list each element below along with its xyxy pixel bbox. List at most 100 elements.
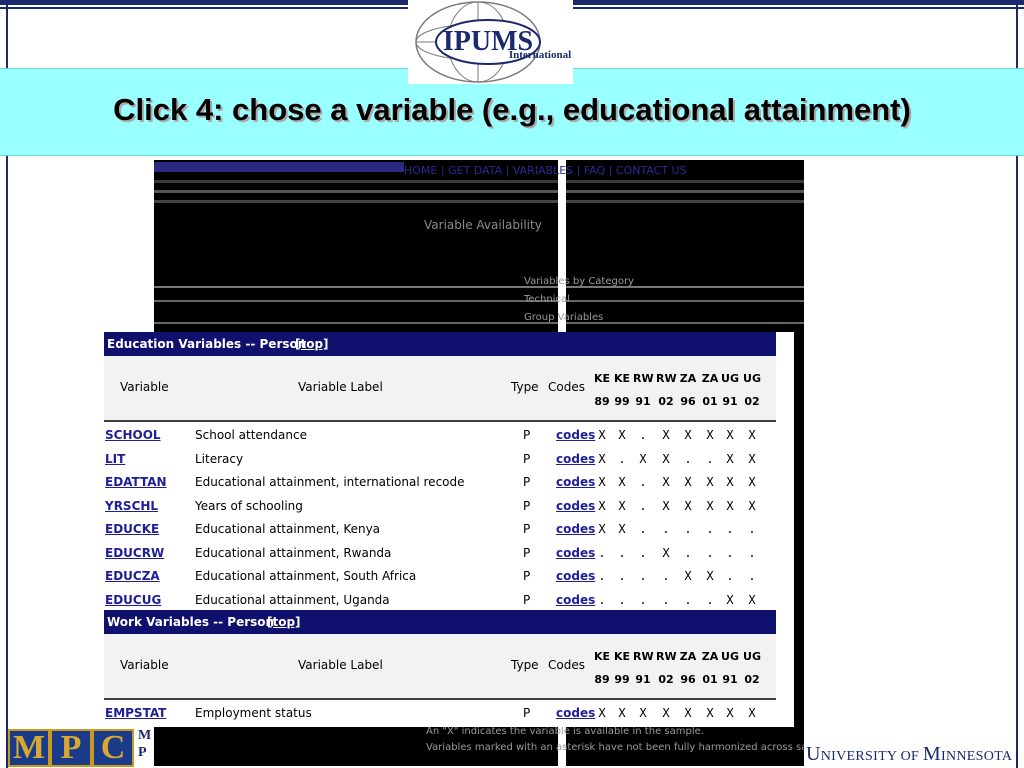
- bg-stripe: [154, 300, 804, 302]
- top-link[interactable]: [top]: [295, 332, 329, 356]
- availability-mark: X: [662, 706, 670, 720]
- country-code: RW: [656, 650, 677, 663]
- availability-mark: .: [706, 451, 714, 466]
- section-title: Work Variables -- Person: [107, 615, 275, 629]
- availability-mark: X: [662, 451, 670, 466]
- table-row: EDATTAN Educational attainment, internati…: [104, 471, 776, 494]
- umn-innesota: INNESOTA: [941, 749, 1013, 764]
- availability-mark: X: [706, 569, 714, 583]
- availability-mark: .: [618, 545, 626, 560]
- table-row: LIT Literacy Pcodes X. X X.. X X: [104, 448, 776, 471]
- availability-mark: X: [684, 569, 692, 583]
- country-code: RW: [656, 372, 677, 385]
- bg-stripe: [154, 190, 804, 193]
- sample-year: 02: [658, 673, 674, 686]
- variable-type: P: [523, 451, 531, 466]
- variable-label: Years of schooling: [195, 498, 303, 513]
- availability-mark: X: [706, 498, 714, 513]
- country-code: KE: [593, 650, 611, 663]
- availability-mark: .: [662, 522, 670, 536]
- availability-mark: .: [639, 522, 647, 536]
- sample-year: 91: [722, 395, 738, 408]
- codes-link[interactable]: codes: [556, 499, 595, 513]
- variable-link[interactable]: EDATTAN: [105, 475, 167, 489]
- table-row: EDUCRW Educational attainment, Rwanda Pcod…: [104, 542, 776, 565]
- availability-mark: X: [748, 451, 756, 466]
- variable-label: Educational attainment, Kenya: [195, 522, 381, 536]
- availability-mark: X: [706, 706, 714, 720]
- umn-niversity: NIVERSITY OF: [820, 749, 923, 764]
- variable-link[interactable]: EMPSTAT: [105, 706, 166, 720]
- col-header-variable: Variable: [120, 658, 169, 672]
- availability-mark: X: [618, 706, 626, 720]
- mpc-small-m: M: [138, 728, 152, 743]
- codes-link[interactable]: codes: [556, 522, 595, 536]
- variable-link[interactable]: EDUCRW: [105, 546, 164, 560]
- variable-type: P: [523, 475, 531, 489]
- availability-mark: X: [706, 475, 714, 489]
- mpc-small-p: P: [138, 745, 147, 760]
- variable-link[interactable]: YRSCHL: [105, 499, 158, 513]
- availability-mark: X: [684, 475, 692, 489]
- sample-year: 01: [702, 673, 718, 686]
- table-row: EDUCUG Educational attainment, Uganda Pcod…: [104, 589, 776, 612]
- availability-mark: X: [706, 428, 714, 442]
- col-header-codes: Codes: [548, 658, 585, 672]
- codes-link[interactable]: codes: [556, 428, 595, 442]
- sample-year: 96: [680, 395, 696, 408]
- sample-year: 01: [702, 395, 718, 408]
- codes-link[interactable]: codes: [556, 706, 595, 720]
- availability-mark: .: [639, 475, 647, 489]
- country-code: ZA: [701, 372, 719, 385]
- availability-mark: .: [618, 451, 626, 466]
- column-header-row: Variable Variable Label Type Codes KE 89 KE 99 R…: [104, 356, 776, 422]
- variable-type: P: [523, 569, 531, 583]
- availability-mark: .: [706, 592, 714, 607]
- variable-label: Educational attainment, Uganda: [195, 592, 390, 607]
- availability-mark: X: [662, 475, 670, 489]
- variable-link[interactable]: LIT: [105, 452, 125, 466]
- codes-link[interactable]: codes: [556, 569, 595, 583]
- sample-year: 99: [614, 395, 630, 408]
- variable-link[interactable]: SCHOOL: [105, 428, 161, 442]
- table-row: EDUCKE Educational attainment, Kenya Pcode…: [104, 518, 776, 541]
- country-code: RW: [633, 650, 654, 663]
- availability-mark: X: [662, 428, 670, 442]
- ipums-logo: IPUMS International: [408, 0, 573, 84]
- variable-link[interactable]: EDUCUG: [105, 593, 161, 607]
- availability-mark: .: [706, 522, 714, 536]
- bg-stripe: [154, 322, 804, 324]
- variable-label: School attendance: [195, 428, 307, 442]
- bg-info-line: Variables by Category: [524, 276, 634, 287]
- availability-mark: X: [662, 545, 670, 560]
- availability-mark: X: [748, 498, 756, 513]
- codes-link[interactable]: codes: [556, 546, 595, 560]
- availability-mark: X: [748, 475, 756, 489]
- codes-link[interactable]: codes: [556, 593, 595, 607]
- codes-link[interactable]: codes: [556, 475, 595, 489]
- bg-stripe: [154, 180, 804, 183]
- country-code: UG: [743, 650, 761, 663]
- availability-mark: .: [662, 569, 670, 583]
- availability-mark: X: [598, 498, 606, 513]
- country-code: KE: [613, 650, 631, 663]
- variable-type: P: [523, 545, 531, 560]
- availability-mark: .: [618, 592, 626, 607]
- availability-mark: X: [618, 522, 626, 536]
- availability-mark: .: [618, 569, 626, 583]
- codes-link[interactable]: codes: [556, 452, 595, 466]
- column-header-row: Variable Variable Label Type Codes KE 89 KE 99 R…: [104, 634, 776, 700]
- variable-link[interactable]: EDUCKE: [105, 522, 159, 536]
- availability-mark: .: [684, 451, 692, 466]
- variable-label: Educational attainment, international re…: [195, 475, 465, 489]
- sample-year: 89: [594, 395, 610, 408]
- col-header-label: Variable Label: [298, 658, 383, 672]
- bg-stripe: [154, 200, 804, 203]
- variable-label: Literacy: [195, 451, 244, 466]
- top-link[interactable]: [top]: [267, 610, 301, 634]
- availability-mark: X: [684, 706, 692, 720]
- bg-info-line: Group Variables: [524, 312, 604, 323]
- table-row: EDUCZA Educational attainment, South Afri…: [104, 565, 776, 588]
- variable-label: Employment status: [195, 706, 312, 720]
- variable-link[interactable]: EDUCZA: [105, 569, 160, 583]
